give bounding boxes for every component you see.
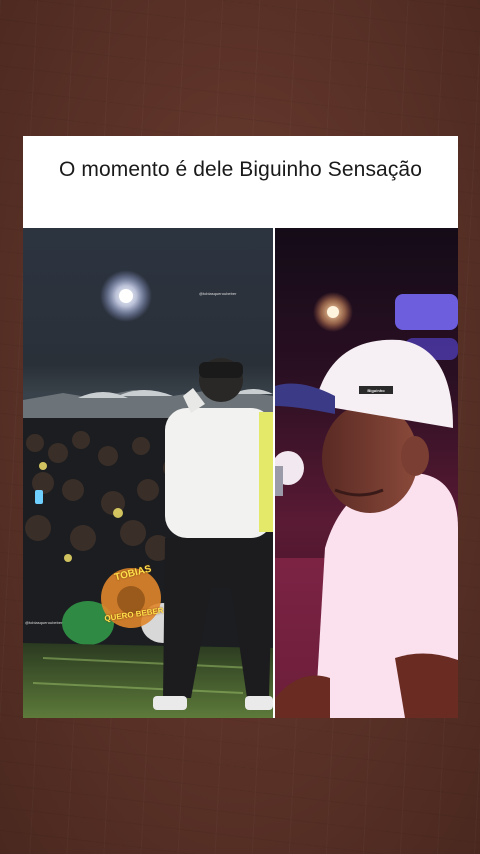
post-title: O momento é dele Biguinho Sensação <box>59 158 422 181</box>
left-photo-scene <box>23 270 273 718</box>
right-photo-scene <box>275 292 458 718</box>
left-photo: @tobiasqueroubeber @tobiasqueroubeber TO… <box>23 228 273 718</box>
watermark-top: @tobiasqueroubeber <box>199 291 237 296</box>
title-bar: O momento é dele Biguinho Sensação <box>23 136 458 228</box>
post-card: O momento é dele Biguinho Sensação @tobi… <box>23 136 458 718</box>
watermark-side: @tobiasqueroubeber <box>25 620 63 625</box>
right-photo: Biguinho Sensação <box>275 228 458 718</box>
cap-text: Biguinho Sensação <box>366 388 386 398</box>
